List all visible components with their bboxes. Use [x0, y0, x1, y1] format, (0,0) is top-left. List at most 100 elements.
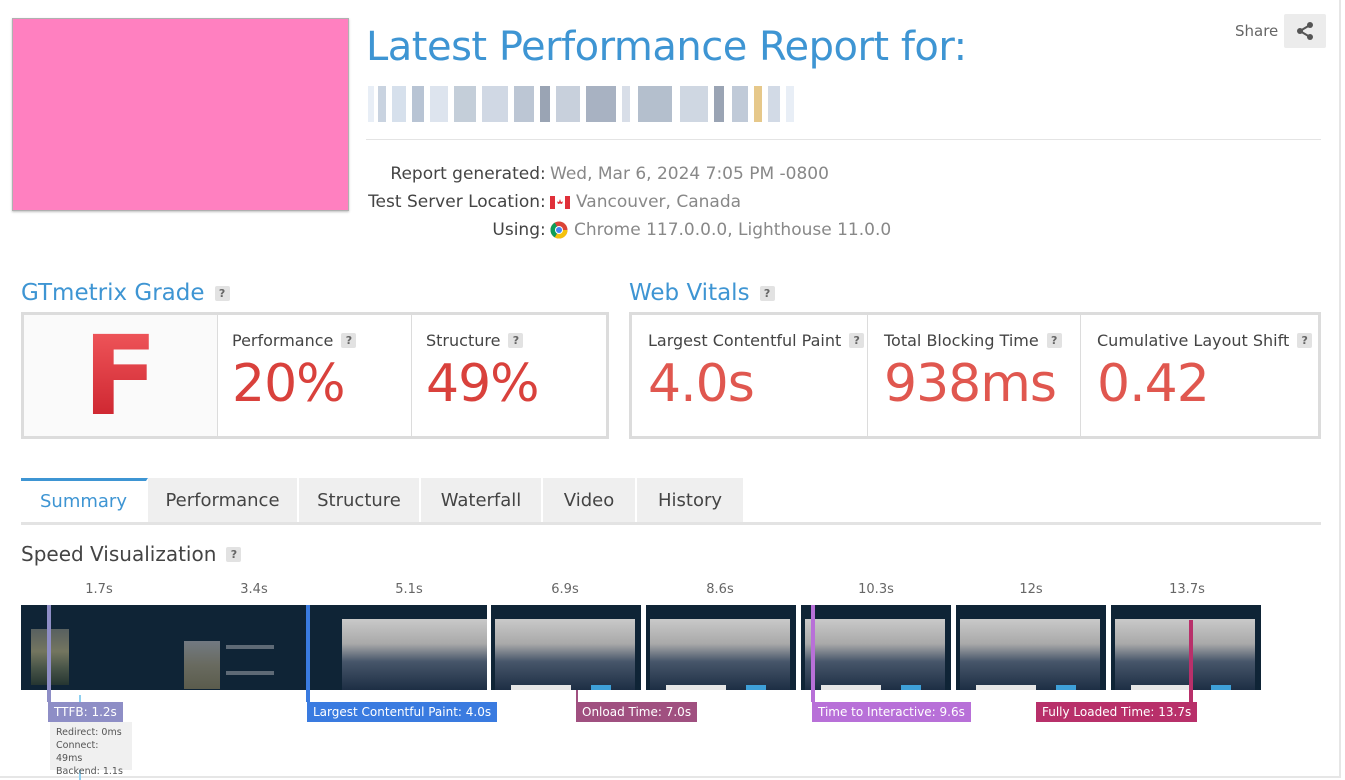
share-button[interactable]: [1284, 14, 1327, 48]
filmstrip-frame[interactable]: [308, 605, 487, 690]
tbt-label-row: Total Blocking Time ?: [884, 331, 1080, 350]
lcp-value: 4.0s: [648, 354, 755, 414]
grade-card: F Performance ? 20% Structure ? 49%: [21, 312, 609, 439]
help-icon[interactable]: ?: [849, 333, 865, 348]
tab-summary[interactable]: Summary: [21, 478, 148, 522]
meta-test-server: Test Server Location : Vancouver, Canada: [366, 188, 891, 216]
filmstrip-frame[interactable]: [956, 605, 1106, 690]
meta-report-generated: Report generated : Wed, Mar 6, 2024 7:05…: [366, 160, 891, 188]
help-icon[interactable]: ?: [214, 285, 230, 301]
tab-structure[interactable]: Structure: [299, 478, 421, 522]
lcp-marker-line: [306, 605, 310, 702]
timeline-tick: 12s: [1019, 582, 1043, 597]
timeline-tick: 8.6s: [706, 582, 734, 597]
timeline-tick: 3.4s: [240, 582, 268, 597]
performance-score-cell: Performance ? 20%: [218, 315, 412, 436]
onload-label[interactable]: Onload Time: 7.0s: [576, 702, 698, 722]
share-label: Share: [1235, 22, 1279, 40]
help-icon[interactable]: ?: [508, 333, 524, 348]
report-url-redacted[interactable]: [368, 86, 808, 122]
onload-marker-line: [576, 690, 578, 702]
web-vitals-card: Largest Contentful Paint ? 4.0s Total Bl…: [629, 312, 1321, 439]
help-icon[interactable]: ?: [341, 333, 357, 348]
timeline-tick: 5.1s: [395, 582, 423, 597]
gtmetrix-grade-heading: GTmetrix Grade ?: [21, 280, 230, 306]
timeline-tick: 6.9s: [551, 582, 579, 597]
structure-label-row: Structure ?: [426, 331, 606, 350]
backend-time: Backend: 1.1s: [56, 766, 123, 777]
page-title: Latest Performance Report for:: [366, 24, 967, 70]
web-vitals-title: Web Vitals: [629, 280, 750, 306]
tab-history[interactable]: History: [637, 478, 745, 522]
tti-marker-line: [811, 605, 815, 702]
meta-colon: :: [540, 164, 546, 184]
cls-value: 0.42: [1097, 354, 1210, 414]
help-icon[interactable]: ?: [226, 546, 242, 562]
filmstrip-frame[interactable]: [21, 605, 176, 690]
share-icon: [1297, 22, 1314, 40]
structure-score: 49%: [426, 354, 540, 414]
lcp-cell: Largest Contentful Paint ? 4.0s: [632, 315, 868, 436]
ttfb-marker-line: [47, 605, 51, 702]
performance-label: Performance: [232, 331, 334, 350]
filmstrip-frame[interactable]: [646, 605, 796, 690]
structure-score-cell: Structure ? 49%: [412, 315, 606, 436]
title-divider: [366, 139, 1321, 140]
cls-label-row: Cumulative Layout Shift ?: [1097, 331, 1318, 350]
tab-waterfall[interactable]: Waterfall: [421, 478, 543, 522]
help-icon[interactable]: ?: [1046, 333, 1062, 348]
grade-letter-cell: F: [24, 315, 218, 436]
site-screenshot-thumbnail[interactable]: [12, 18, 349, 211]
performance-label-row: Performance ?: [232, 331, 411, 350]
meta-key: Using: [492, 220, 540, 240]
chrome-icon: [550, 221, 568, 239]
web-vitals-heading: Web Vitals ?: [629, 280, 775, 306]
structure-label: Structure: [426, 331, 501, 350]
fully-loaded-label[interactable]: Fully Loaded Time: 13.7s: [1036, 702, 1198, 722]
tbt-value: 938ms: [884, 354, 1057, 414]
meta-colon: :: [540, 220, 546, 240]
tbt-label: Total Blocking Time: [884, 331, 1039, 350]
browser-version: Chrome 117.0.0.0, Lighthouse 11.0.0: [574, 220, 892, 240]
ttfb-label[interactable]: TTFB: 1.2s: [48, 702, 123, 722]
speed-visualization-heading: Speed Visualization ?: [21, 542, 242, 566]
filmstrip-frame[interactable]: [491, 605, 641, 690]
meta-value: Chrome 117.0.0.0, Lighthouse 11.0.0: [550, 220, 891, 240]
report-date: Wed, Mar 6, 2024 7:05 PM -0800: [550, 164, 829, 184]
tbt-cell: Total Blocking Time ? 938ms: [868, 315, 1081, 436]
canada-flag-icon: [550, 195, 570, 209]
share-control: Share: [1235, 14, 1327, 48]
filmstrip-frame[interactable]: [801, 605, 951, 690]
ttfb-detail-box: Redirect: 0ms Connect: 49ms Backend: 1.1…: [50, 722, 132, 777]
filmstrip-frame[interactable]: [1111, 605, 1261, 690]
cls-label: Cumulative Layout Shift: [1097, 331, 1290, 350]
meta-key: Test Server Location: [368, 192, 540, 212]
fully-loaded-marker-line: [1189, 620, 1193, 702]
speed-visualization-title: Speed Visualization: [21, 542, 217, 566]
filmstrip-frame[interactable]: [176, 605, 308, 690]
lcp-label: Largest Contentful Paint: [648, 331, 842, 350]
meta-colon: :: [540, 192, 546, 212]
meta-key: Report generated: [390, 164, 540, 184]
tab-performance[interactable]: Performance: [148, 478, 299, 522]
gtmetrix-grade-title: GTmetrix Grade: [21, 280, 205, 306]
tab-video[interactable]: Video: [543, 478, 637, 522]
report-meta: Report generated : Wed, Mar 6, 2024 7:05…: [366, 160, 891, 244]
lcp-label[interactable]: Largest Contentful Paint: 4.0s: [307, 702, 498, 722]
lcp-label-row: Largest Contentful Paint ?: [648, 331, 867, 350]
help-icon[interactable]: ?: [759, 285, 775, 301]
timeline-tick: 10.3s: [858, 582, 894, 597]
connect-time: Connect: 49ms: [56, 740, 99, 764]
server-location: Vancouver, Canada: [576, 192, 742, 212]
timeline-tick: 1.7s: [85, 582, 113, 597]
meta-value: Vancouver, Canada: [550, 192, 741, 212]
meta-value: Wed, Mar 6, 2024 7:05 PM -0800: [550, 164, 829, 184]
redirect-time: Redirect: 0ms: [56, 727, 122, 738]
report-tabs: Summary Performance Structure Waterfall …: [21, 478, 1321, 525]
meta-using: Using : Chrome 117.0.0.0, Lighthouse 11.…: [366, 216, 891, 244]
timeline-tick: 13.7s: [1169, 582, 1205, 597]
help-icon[interactable]: ?: [1297, 333, 1313, 348]
performance-score: 20%: [232, 354, 346, 414]
cls-cell: Cumulative Layout Shift ? 0.42: [1081, 315, 1318, 436]
tti-label[interactable]: Time to Interactive: 9.6s: [812, 702, 971, 722]
